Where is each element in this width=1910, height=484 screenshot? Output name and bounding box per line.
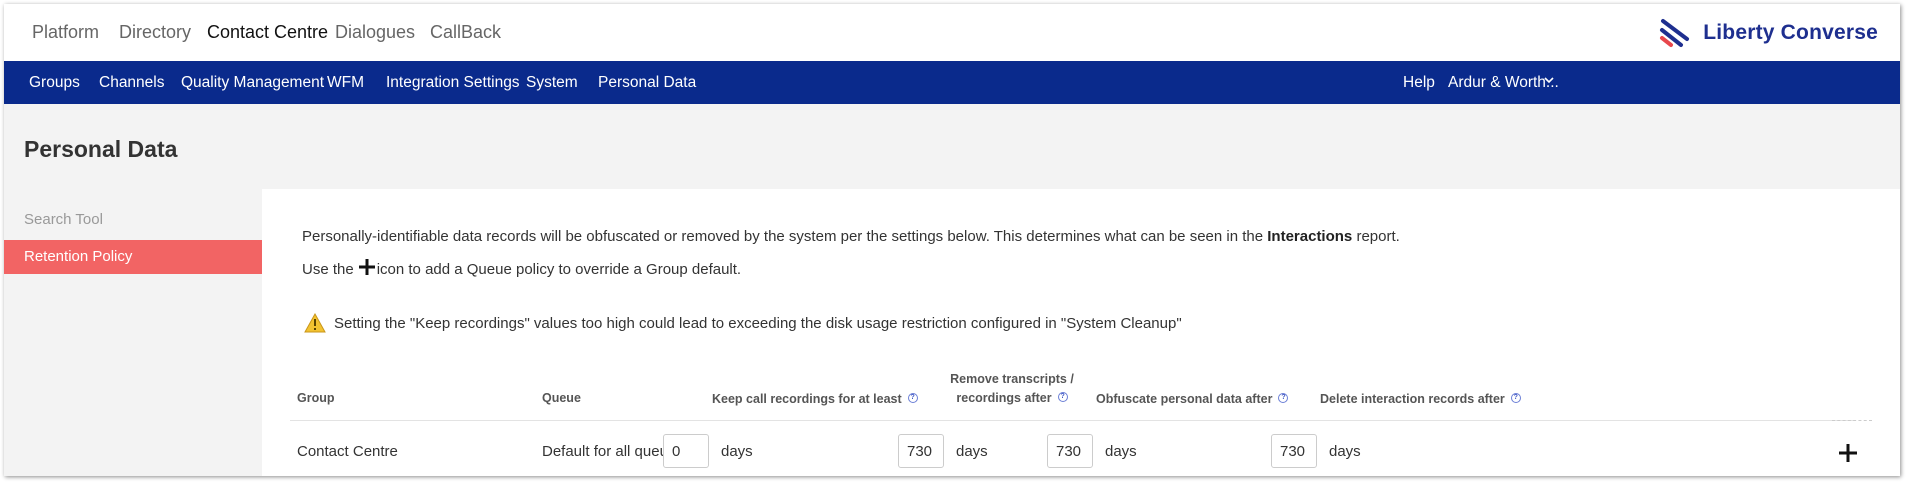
header-divider-dashed [1832, 420, 1872, 421]
help-icon[interactable]: ? [907, 393, 918, 403]
intro-text: Personally-identifiable data records wil… [302, 228, 1400, 245]
tab-callback[interactable]: CallBack [430, 22, 501, 43]
logo-mark-icon [1659, 18, 1691, 48]
col-header-keep-recordings: Keep call recordings for at least? [712, 390, 918, 409]
days-label: days [1329, 443, 1361, 460]
obfuscate-personal-data-input[interactable] [1047, 434, 1093, 468]
menu-personal-data[interactable]: Personal Data [598, 74, 696, 92]
cell-group: Contact Centre [297, 443, 398, 460]
disk-usage-warning: Setting the "Keep recordings" values too… [304, 313, 1182, 333]
tab-platform[interactable]: Platform [32, 22, 99, 43]
days-label: days [721, 443, 753, 460]
header-divider [290, 420, 1856, 421]
days-label: days [1105, 443, 1137, 460]
menu-quality-management[interactable]: Quality Management [181, 74, 324, 92]
plus-icon[interactable] [1839, 444, 1857, 462]
help-icon[interactable]: ? [1278, 393, 1289, 403]
help-link[interactable]: Help [1403, 74, 1435, 92]
menu-system[interactable]: System [526, 74, 578, 92]
side-nav-retention-policy[interactable]: Retention Policy [4, 240, 262, 274]
delete-records-input[interactable] [1271, 434, 1317, 468]
menu-channels[interactable]: Channels [99, 74, 165, 92]
tab-contact-centre[interactable]: Contact Centre [207, 22, 328, 43]
chevron-down-icon[interactable] [1542, 73, 1556, 87]
interactions-report-name: Interactions [1267, 228, 1353, 245]
tab-directory[interactable]: Directory [119, 22, 191, 43]
help-icon[interactable]: ? [1510, 393, 1521, 403]
main-menu: Groups Channels Quality Management WFM I… [4, 61, 1900, 104]
menu-integration-settings[interactable]: Integration Settings [386, 74, 520, 92]
logo-text: Liberty Converse [1703, 21, 1878, 44]
menu-wfm[interactable]: WFM [327, 74, 364, 92]
app-window: Platform Directory Contact Centre Dialog… [4, 4, 1900, 476]
page-title: Personal Data [24, 136, 178, 162]
col-header-obfuscate: Obfuscate personal data after? [1096, 390, 1289, 409]
logo: Liberty Converse [1659, 18, 1878, 48]
add-queue-policy-button[interactable] [1836, 441, 1860, 465]
plus-icon [358, 259, 375, 279]
top-nav: Platform Directory Contact Centre Dialog… [4, 4, 1900, 61]
help-icon[interactable]: ? [1057, 392, 1068, 402]
col-header-group: Group [297, 391, 335, 405]
remove-transcripts-input[interactable] [898, 434, 944, 468]
col-header-remove-transcripts: Remove transcripts / recordings after? [950, 372, 1074, 405]
menu-groups[interactable]: Groups [29, 74, 80, 92]
tab-dialogues[interactable]: Dialogues [335, 22, 415, 43]
days-label: days [956, 443, 988, 460]
col-header-delete-records: Delete interaction records after? [1320, 390, 1521, 409]
keep-recordings-input[interactable] [663, 434, 709, 468]
warning-icon [304, 313, 326, 333]
add-instructions: Use the icon to add a Queue policy to ov… [302, 259, 742, 279]
col-header-queue: Queue [542, 391, 581, 405]
retention-policy-panel: Personally-identifiable data records wil… [262, 189, 1900, 476]
side-nav-search-tool[interactable]: Search Tool [24, 211, 103, 228]
